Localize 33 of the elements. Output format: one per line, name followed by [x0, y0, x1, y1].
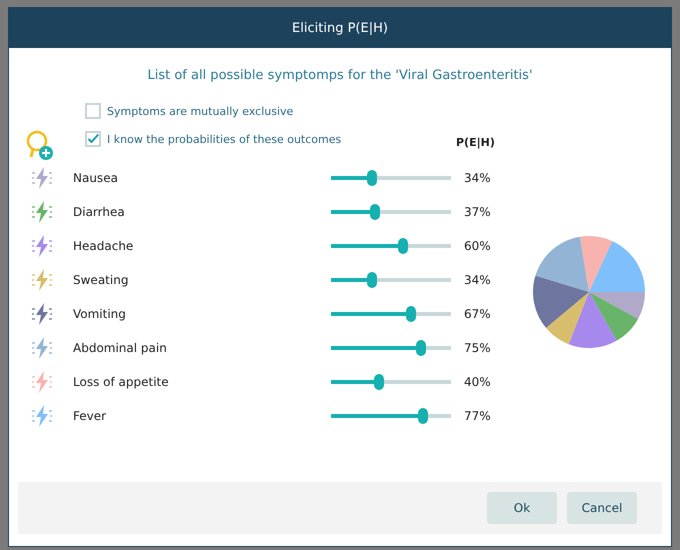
window-title: Eliciting P(E|H)	[292, 20, 388, 36]
percent-value: 40%	[464, 375, 491, 389]
slider[interactable]	[331, 170, 451, 186]
percent-value: 37%	[464, 205, 491, 219]
symptom-name: Headache	[73, 239, 134, 253]
checkbox-option[interactable]: Symptoms are mutually exclusive	[85, 103, 342, 119]
symptom-name: Nausea	[73, 171, 119, 185]
checkmark-icon	[87, 133, 99, 145]
dialog-button[interactable]: Ok	[487, 492, 557, 524]
checkbox-option[interactable]: I know the probabilities of these outcomes	[85, 131, 342, 147]
symptom-name: Fever	[73, 409, 108, 423]
symptom-name: Vomiting	[73, 307, 127, 321]
column-header: P(E|H)	[456, 136, 495, 149]
slider[interactable]	[331, 238, 451, 254]
percent-value: 34%	[464, 273, 491, 287]
slider[interactable]	[331, 340, 451, 356]
symptom-name: Abdominal pain	[73, 341, 168, 355]
slider[interactable]	[331, 374, 451, 390]
dialog-button[interactable]: Cancel	[567, 492, 637, 524]
percent-value: 75%	[464, 341, 491, 355]
lightbulb-plus-icon	[25, 130, 55, 162]
slider[interactable]	[331, 408, 451, 424]
slider[interactable]	[331, 272, 451, 288]
heading: List of all possible symptomps for the 'Viral Gastroenteritis'	[146, 68, 534, 83]
symptom-name: Sweating	[73, 273, 130, 287]
slider[interactable]	[331, 306, 451, 322]
percent-value: 34%	[464, 171, 491, 185]
percent-value: 60%	[464, 239, 491, 253]
slider[interactable]	[331, 204, 451, 220]
percent-value: 77%	[464, 409, 491, 423]
symptom-name: Loss of appetite	[73, 375, 170, 389]
symptom-name: Diarrhea	[73, 205, 126, 219]
percent-value: 67%	[464, 307, 491, 321]
